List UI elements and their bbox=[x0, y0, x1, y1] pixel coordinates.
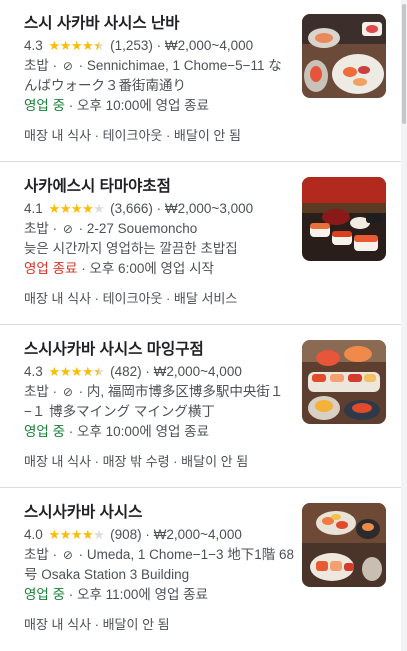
search-results-panel: 스시 사카바 사시스 난바 4.3 ★★★★★ (1,253) · ₩2,000… bbox=[0, 0, 401, 651]
description: 늦은 시간까지 영업하는 깔끔한 초밥집 bbox=[24, 241, 238, 256]
category-address-row: 초밥 · ⊘ · Umeda, 1 Chome−1−3 地下1階 68号 Osa… bbox=[24, 547, 295, 582]
service-options: 매장 내 식사 · 배달이 안 됨 bbox=[24, 617, 170, 632]
no-delivery-icon: ⊘ bbox=[62, 59, 73, 73]
result-info: 스시사카바 사시스 4.0 ★★★★★ (908) · ₩2,000~4,000… bbox=[24, 501, 294, 634]
result-card[interactable]: 스시사카바 사시스 마잉구점 4.3 ★★★★★ (482) · ₩2,000~… bbox=[0, 326, 401, 488]
review-count[interactable]: (3,666) bbox=[110, 201, 153, 216]
review-count[interactable]: (482) bbox=[110, 364, 142, 379]
category: 초밥 bbox=[24, 547, 49, 562]
star-rating: ★★★★★ bbox=[49, 199, 105, 219]
price-range: ₩2,000~3,000 bbox=[164, 201, 254, 216]
result-info: 사카에스시 타마야초점 4.1 ★★★★★ (3,666) · ₩2,000~3… bbox=[24, 175, 294, 308]
address: 2-27 Souemoncho bbox=[86, 221, 198, 236]
star-full-icon: ★ bbox=[82, 364, 94, 379]
hours-row: 영업 중 · 오후 11:00에 영업 종료 bbox=[24, 587, 209, 602]
place-photo[interactable] bbox=[302, 503, 386, 587]
star-rating: ★★★★★ bbox=[49, 525, 105, 545]
category: 초밥 bbox=[24, 384, 49, 399]
rating-row: 4.1 ★★★★★ (3,666) · ₩2,000~3,000 bbox=[24, 199, 294, 219]
status-closed: 영업 종료 bbox=[24, 261, 78, 276]
star-full-icon: ★ bbox=[59, 201, 72, 216]
star-full-icon: ★ bbox=[48, 364, 61, 379]
rating-value: 4.3 bbox=[24, 364, 43, 379]
hours-row: 영업 종료 · 오후 6:00에 영업 시작 bbox=[24, 261, 214, 276]
star-full-icon: ★ bbox=[70, 201, 83, 216]
star-full-icon: ★ bbox=[59, 38, 72, 53]
category-address-row: 초밥 · ⊘ · 2-27 Souemoncho bbox=[24, 219, 294, 239]
result-info: 스시사카바 사시스 마잉구점 4.3 ★★★★★ (482) · ₩2,000~… bbox=[24, 338, 294, 471]
rating-row: 4.3 ★★★★★ (482) · ₩2,000~4,000 bbox=[24, 362, 294, 382]
place-photo[interactable] bbox=[302, 14, 386, 98]
star-empty-icon: ★ bbox=[93, 201, 105, 216]
place-name[interactable]: 스시사카바 사시스 bbox=[24, 501, 294, 525]
place-name[interactable]: 사카에스시 타마야초점 bbox=[24, 175, 294, 199]
status-open: 영업 중 bbox=[24, 587, 66, 602]
service-options: 매장 내 식사 · 테이크아웃 · 배달 서비스 bbox=[24, 291, 238, 306]
category: 초밥 bbox=[24, 221, 49, 236]
category-address-row: 초밥 · ⊘ · Sennichimae, 1 Chome−5−11 なんばウォ… bbox=[24, 58, 282, 93]
review-count[interactable]: (1,253) bbox=[110, 38, 153, 53]
price-range: ₩2,000~4,000 bbox=[153, 527, 242, 542]
service-options: 매장 내 식사 · 테이크아웃 · 배달이 안 됨 bbox=[24, 128, 241, 143]
status-open: 영업 중 bbox=[24, 98, 66, 113]
star-full-icon: ★ bbox=[59, 364, 72, 379]
star-full-icon: ★ bbox=[48, 527, 61, 542]
result-card[interactable]: 스시사카바 사시스 4.0 ★★★★★ (908) · ₩2,000~4,000… bbox=[0, 489, 401, 651]
star-full-icon: ★ bbox=[59, 527, 72, 542]
hours-text: 오후 10:00에 영업 종료 bbox=[77, 424, 210, 439]
rating-value: 4.0 bbox=[24, 527, 43, 542]
star-full-icon: ★ bbox=[70, 364, 83, 379]
review-count[interactable]: (908) bbox=[110, 527, 142, 542]
hours-text: 오후 6:00에 영업 시작 bbox=[89, 261, 214, 276]
price-range: ₩2,000~4,000 bbox=[153, 364, 242, 379]
hours-row: 영업 중 · 오후 10:00에 영업 종료 bbox=[24, 98, 210, 113]
category: 초밥 bbox=[24, 58, 49, 73]
place-photo[interactable] bbox=[302, 177, 386, 261]
scrollbar-thumb[interactable] bbox=[402, 4, 406, 124]
place-name[interactable]: 스시사카바 사시스 마잉구점 bbox=[24, 338, 294, 362]
rating-row: 4.3 ★★★★★ (1,253) · ₩2,000~4,000 bbox=[24, 36, 294, 56]
no-delivery-icon: ⊘ bbox=[62, 548, 73, 562]
star-empty-icon: ★ bbox=[93, 527, 105, 542]
star-full-icon: ★ bbox=[82, 38, 94, 53]
star-full-icon: ★ bbox=[48, 38, 61, 53]
category-address-row: 초밥 · ⊘ · 内, 福岡市博多区博多駅中央街１−１ 博多マイング マイング横… bbox=[24, 384, 284, 419]
star-full-icon: ★ bbox=[82, 201, 94, 216]
status-open: 영업 중 bbox=[24, 424, 66, 439]
rating-value: 4.1 bbox=[24, 201, 43, 216]
result-card[interactable]: 사카에스시 타마야초점 4.1 ★★★★★ (3,666) · ₩2,000~3… bbox=[0, 163, 401, 325]
rating-row: 4.0 ★★★★★ (908) · ₩2,000~4,000 bbox=[24, 525, 294, 545]
star-full-icon: ★ bbox=[82, 527, 94, 542]
star-half-icon: ★ bbox=[93, 38, 105, 53]
star-rating: ★★★★★ bbox=[49, 36, 105, 56]
hours-row: 영업 중 · 오후 10:00에 영업 종료 bbox=[24, 424, 210, 439]
place-photo[interactable] bbox=[302, 340, 386, 424]
scrollbar[interactable] bbox=[401, 0, 407, 651]
star-full-icon: ★ bbox=[48, 201, 61, 216]
rating-value: 4.3 bbox=[24, 38, 43, 53]
service-options: 매장 내 식사 · 매장 밖 수령 · 배달이 안 됨 bbox=[24, 454, 249, 469]
hours-text: 오후 11:00에 영업 종료 bbox=[77, 587, 209, 602]
result-info: 스시 사카바 사시스 난바 4.3 ★★★★★ (1,253) · ₩2,000… bbox=[24, 12, 294, 145]
star-full-icon: ★ bbox=[70, 527, 83, 542]
hours-text: 오후 10:00에 영업 종료 bbox=[77, 98, 210, 113]
price-range: ₩2,000~4,000 bbox=[164, 38, 254, 53]
star-rating: ★★★★★ bbox=[49, 362, 105, 382]
star-half-icon: ★ bbox=[93, 364, 105, 379]
no-delivery-icon: ⊘ bbox=[62, 222, 73, 236]
place-name[interactable]: 스시 사카바 사시스 난바 bbox=[24, 12, 294, 36]
result-card[interactable]: 스시 사카바 사시스 난바 4.3 ★★★★★ (1,253) · ₩2,000… bbox=[0, 0, 401, 162]
star-full-icon: ★ bbox=[70, 38, 83, 53]
no-delivery-icon: ⊘ bbox=[62, 385, 73, 399]
